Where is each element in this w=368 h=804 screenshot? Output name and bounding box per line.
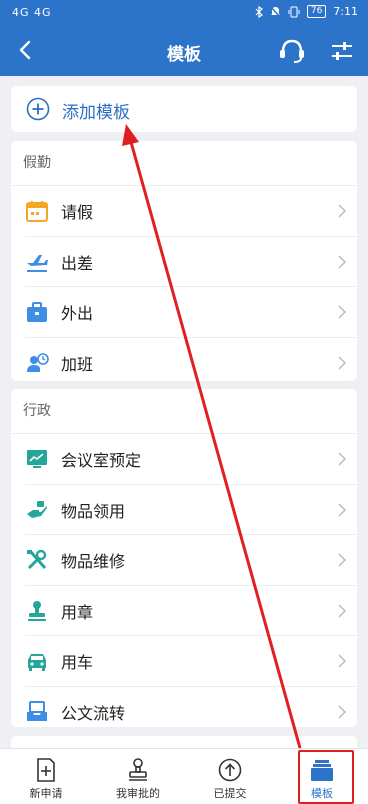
inbox-icon bbox=[27, 700, 47, 721]
car-icon bbox=[28, 654, 46, 671]
template-item-document-flow[interactable]: 公文流转 bbox=[25, 687, 357, 737]
stamp-icon bbox=[28, 600, 46, 621]
briefcase-icon bbox=[27, 302, 47, 322]
signal-indicator: 4G 4G bbox=[12, 6, 52, 19]
chevron-right-icon bbox=[338, 305, 347, 319]
tab-label: 已提交 bbox=[213, 787, 247, 800]
airplane-icon bbox=[27, 254, 48, 272]
template-item-overtime[interactable]: 加班 bbox=[25, 338, 357, 388]
chevron-right-icon bbox=[338, 355, 347, 370]
template-item-vehicle-use[interactable]: 用车 bbox=[25, 636, 357, 687]
administration-section: 行政 会议室预定 物品领用 物品维修 用章 用车 公文流转 bbox=[11, 389, 357, 727]
tab-label: 我审批的 bbox=[116, 787, 160, 800]
section-title: 行政 bbox=[11, 389, 357, 434]
template-item-meeting-room[interactable]: 会议室预定 bbox=[25, 434, 357, 485]
tools-icon bbox=[27, 549, 47, 570]
template-item-label: 公文流转 bbox=[61, 703, 126, 723]
customer-service-icon[interactable] bbox=[277, 36, 307, 66]
template-item-repair[interactable]: 物品维修 bbox=[25, 535, 357, 586]
tab-new-application[interactable]: 新申请 bbox=[0, 749, 92, 804]
template-item-leave[interactable]: 请假 bbox=[25, 186, 357, 237]
template-item-label: 外出 bbox=[61, 304, 94, 323]
battery-indicator: 76 bbox=[306, 5, 327, 18]
hand-icon bbox=[27, 500, 47, 518]
new-application-icon bbox=[37, 758, 55, 782]
add-circle-icon bbox=[26, 97, 50, 121]
upload-icon bbox=[218, 758, 242, 782]
attendance-section: 假勤 请假 出差 外出 加班 bbox=[11, 141, 357, 381]
template-item-label: 用车 bbox=[61, 653, 94, 672]
template-item-label: 出差 bbox=[61, 253, 94, 273]
calendar-icon bbox=[26, 201, 48, 222]
template-item-going-out[interactable]: 外出 bbox=[25, 287, 357, 338]
chevron-right-icon bbox=[338, 502, 347, 517]
vibrate-icon bbox=[288, 6, 300, 17]
section-title: 假勤 bbox=[11, 141, 357, 186]
template-item-business-trip[interactable]: 出差 bbox=[25, 237, 357, 287]
mute-icon bbox=[270, 5, 281, 18]
presentation-icon bbox=[27, 450, 47, 468]
chevron-right-icon bbox=[338, 603, 347, 618]
navigation-bar: 模板 bbox=[0, 26, 368, 76]
chevron-right-icon bbox=[338, 704, 347, 719]
status-bar: 4G 4G 76 7:11 bbox=[0, 0, 368, 26]
chevron-right-icon bbox=[338, 204, 347, 218]
page-title: 模板 bbox=[167, 45, 201, 65]
chevron-right-icon bbox=[338, 452, 347, 466]
template-item-label: 请假 bbox=[61, 203, 94, 222]
chevron-right-icon bbox=[338, 654, 347, 668]
template-item-seal-use[interactable]: 用章 bbox=[25, 586, 357, 636]
template-item-label: 会议室预定 bbox=[61, 451, 142, 470]
template-item-label: 加班 bbox=[61, 354, 94, 374]
template-item-label: 用章 bbox=[61, 602, 94, 622]
bluetooth-icon bbox=[255, 5, 263, 18]
add-template-label: 添加模板 bbox=[62, 103, 130, 123]
tab-label: 新申请 bbox=[29, 787, 63, 800]
chevron-right-icon bbox=[338, 553, 347, 567]
add-template-button[interactable]: 添加模板 bbox=[11, 86, 357, 132]
template-item-label: 物品领用 bbox=[61, 501, 126, 521]
filter-settings-icon[interactable] bbox=[330, 39, 354, 63]
clock: 7:11 bbox=[333, 5, 358, 18]
person-clock-icon bbox=[27, 352, 49, 372]
template-item-item-requisition[interactable]: 物品领用 bbox=[25, 485, 357, 535]
annotation-highlight-box bbox=[298, 750, 354, 804]
chevron-right-icon bbox=[338, 254, 347, 269]
stamp-icon bbox=[129, 758, 147, 781]
tab-my-approvals[interactable]: 我审批的 bbox=[92, 749, 184, 804]
template-item-label: 物品维修 bbox=[61, 552, 126, 571]
tab-submitted[interactable]: 已提交 bbox=[184, 749, 276, 804]
